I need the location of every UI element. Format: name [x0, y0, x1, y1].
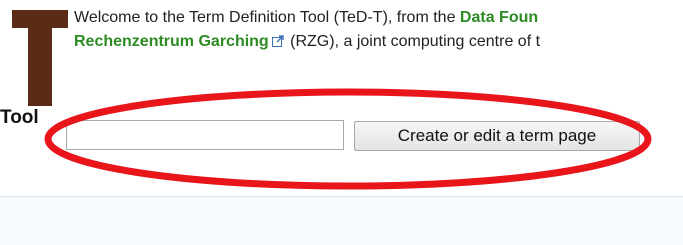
term-name-input[interactable]	[66, 120, 344, 150]
tool-label: Tool	[0, 107, 39, 128]
intro-line-1: Welcome to the Term Definition Tool (TeD…	[74, 6, 683, 30]
content-panel	[0, 196, 683, 245]
external-link-icon[interactable]	[271, 35, 284, 47]
data-foundation-link[interactable]: Data Foun	[460, 9, 538, 26]
create-edit-term-button[interactable]: Create or edit a term page	[354, 121, 640, 151]
logo-t-stem	[28, 10, 52, 106]
intro-line-2-text: (RZG), a joint computing centre of t	[285, 33, 541, 50]
page: Welcome to the Term Definition Tool (TeD…	[0, 0, 683, 245]
intro-text: Welcome to the Term Definition Tool (TeD…	[74, 6, 683, 54]
intro-line-2: Rechenzentrum Garching (RZG), a joint co…	[74, 30, 683, 54]
rzg-link[interactable]: Rechenzentrum Garching	[74, 33, 269, 50]
intro-line-1-text: Welcome to the Term Definition Tool (TeD…	[74, 9, 460, 26]
logo-t	[12, 10, 68, 106]
